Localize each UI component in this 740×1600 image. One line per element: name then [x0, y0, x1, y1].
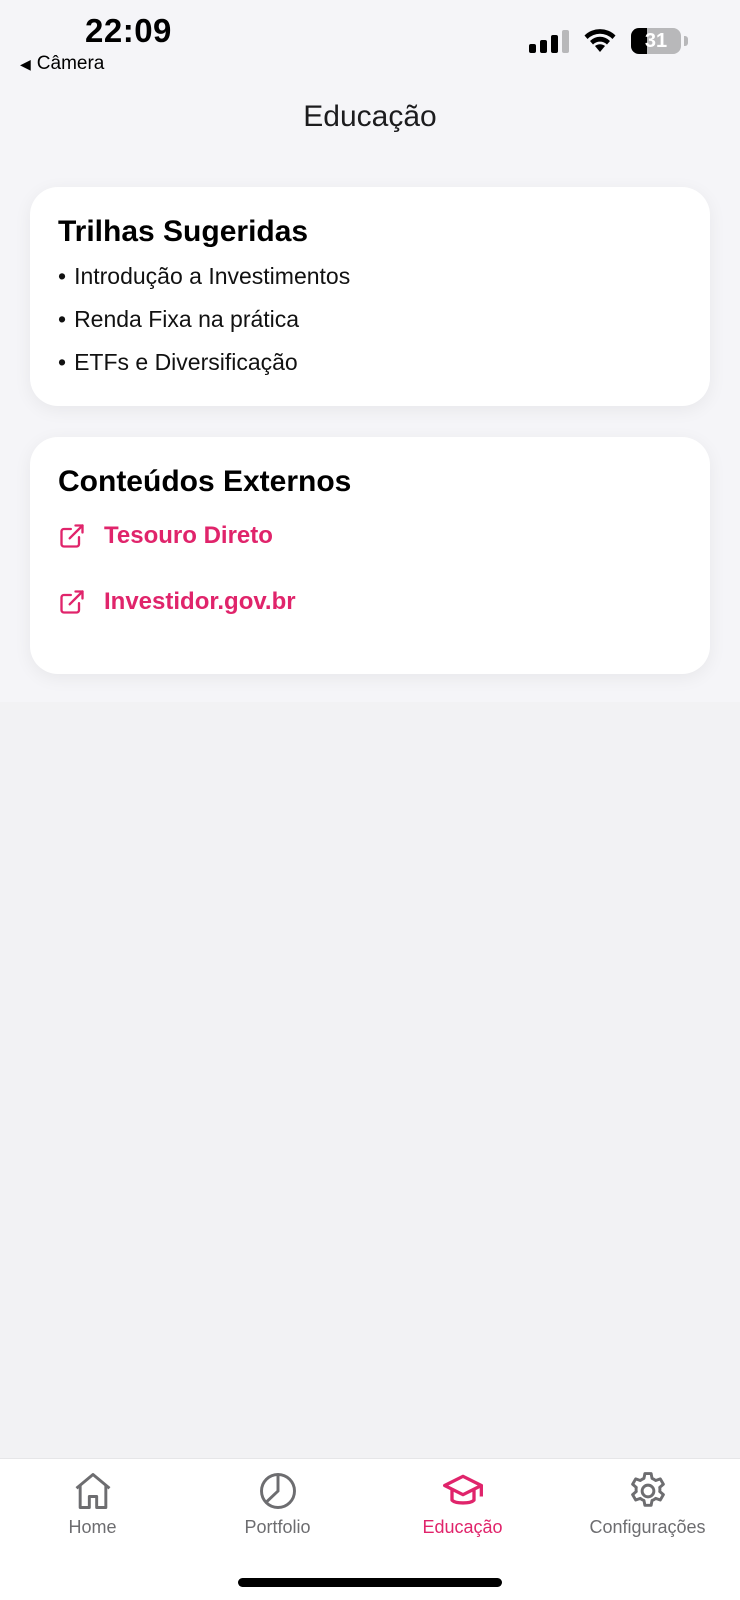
trail-label: ETFs e Diversificação: [74, 349, 298, 375]
battery-tip: [684, 36, 688, 46]
tesouro-direto-link[interactable]: Tesouro Direto: [58, 503, 682, 569]
suggested-trails-card: Trilhas Sugeridas • Introdução a Investim…: [30, 187, 710, 406]
status-time: 22:09: [85, 12, 172, 49]
tab-educacao[interactable]: Educação: [370, 1469, 555, 1538]
tab-label: Educação: [422, 1517, 503, 1537]
home-icon: [75, 1473, 110, 1509]
investidor-gov-link[interactable]: Investidor.gov.br: [58, 569, 682, 635]
suggested-trails-title: Trilhas Sugeridas: [58, 215, 309, 248]
tab-label: Configurações: [589, 1517, 706, 1537]
trail-label: Introdução a Investimentos: [74, 263, 351, 289]
external-content-title: Conteúdos Externos: [58, 465, 352, 498]
wifi-icon: [584, 29, 616, 52]
tab-home[interactable]: Home: [0, 1469, 185, 1538]
trail-label: Renda Fixa na prática: [74, 306, 300, 332]
tab-label: Home: [68, 1517, 117, 1537]
page-title: Educação: [303, 100, 437, 133]
trail-item[interactable]: • Renda Fixa na prática: [58, 302, 682, 345]
tab-label: Portfolio: [244, 1517, 311, 1537]
battery-level: 31: [644, 29, 668, 52]
trail-item[interactable]: • Introdução a Investimentos: [58, 259, 682, 302]
home-indicator[interactable]: [238, 1578, 502, 1587]
tab-portfolio[interactable]: Portfolio: [185, 1469, 370, 1538]
pie-chart-icon: [259, 1473, 296, 1509]
external-link-icon: [60, 590, 84, 614]
back-to-camera-link[interactable]: ◀ Câmera: [20, 53, 104, 75]
battery-icon: 31: [631, 28, 681, 54]
tab-configuracoes[interactable]: Configurações: [555, 1469, 740, 1538]
back-label: Câmera: [36, 53, 105, 74]
status-icons: 31: [529, 28, 688, 54]
cellular-signal-icon: [529, 29, 569, 53]
graduation-cap-icon: [442, 1474, 483, 1505]
external-content-card: Conteúdos Externos Tesouro Direto Invest…: [30, 437, 710, 674]
external-link-icon: [60, 524, 84, 548]
gear-icon: [630, 1472, 665, 1507]
back-triangle-icon: ◀: [20, 55, 31, 72]
link-label: Tesouro Direto: [104, 522, 273, 549]
trail-item[interactable]: • ETFs e Diversificação: [58, 345, 682, 388]
link-label: Investidor.gov.br: [104, 588, 296, 615]
